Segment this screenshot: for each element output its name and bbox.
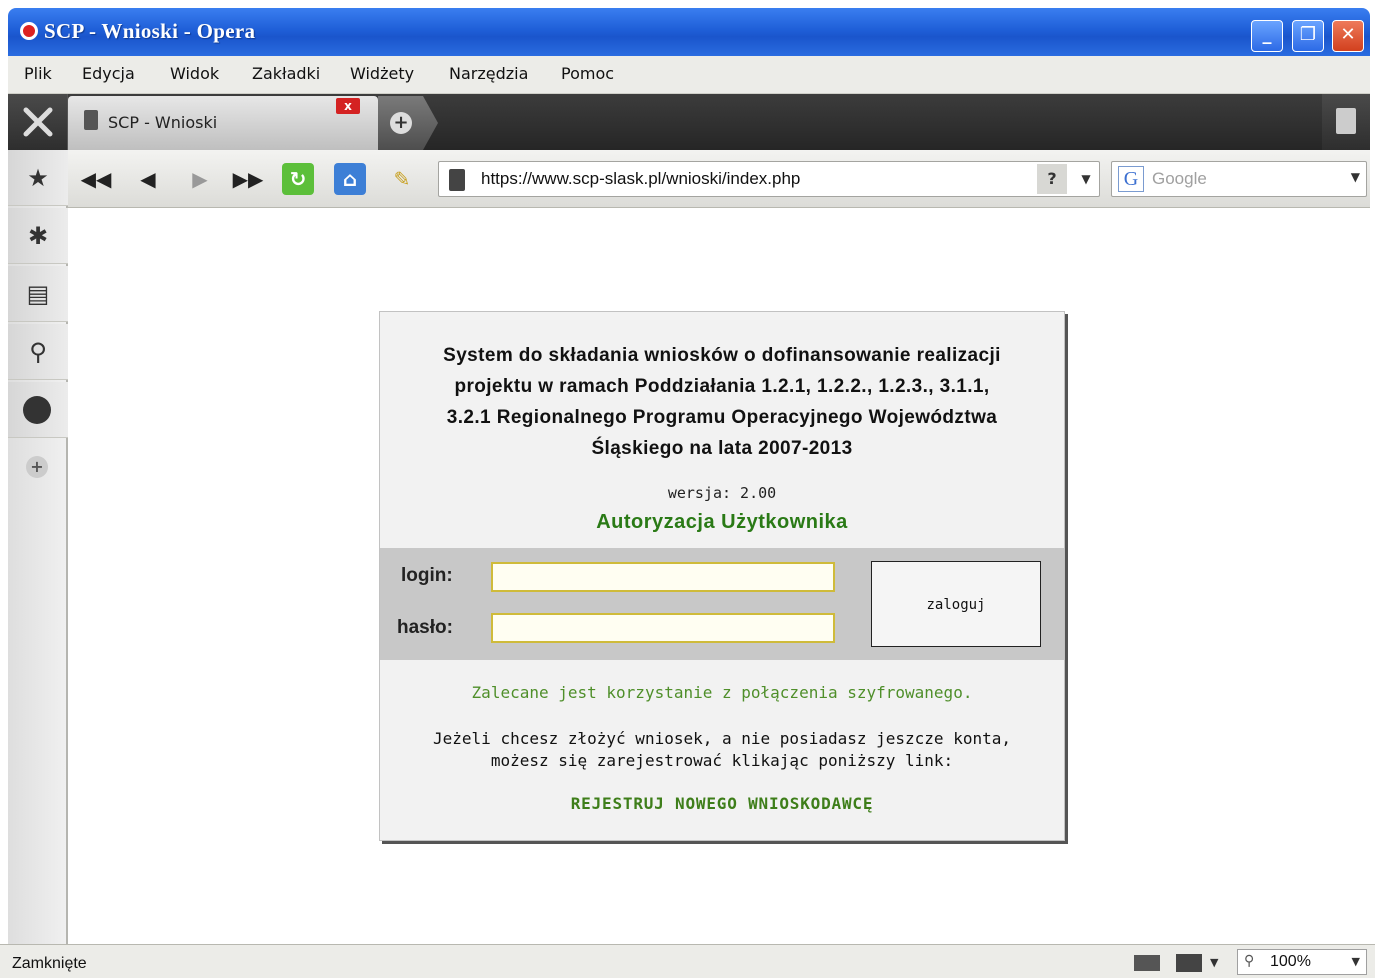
tab-close-button[interactable]: x — [336, 98, 360, 114]
tab-scp-wnioski[interactable]: SCP - Wnioski x — [68, 96, 378, 150]
password-label: hasło: — [397, 617, 453, 638]
title-line: System do składania wniosków o dofinanso… — [443, 345, 1001, 366]
add-icon: + — [26, 456, 48, 478]
minimize-button[interactable]: _ — [1251, 20, 1283, 52]
address-dropdown-icon[interactable]: ▼ — [1075, 164, 1097, 194]
close-window-button[interactable]: ✕ — [1332, 20, 1364, 52]
close-icon: ✕ — [1340, 24, 1356, 45]
menu-plik[interactable]: Plik — [24, 64, 52, 83]
google-icon[interactable]: G — [1118, 166, 1144, 192]
login-panel: System do składania wniosków o dofinanso… — [379, 311, 1065, 841]
zoom-dropdown-icon[interactable]: ▼ — [1352, 955, 1360, 968]
password-input[interactable] — [491, 613, 835, 643]
notes-icon: ▤ — [26, 280, 50, 308]
plus-icon: + — [390, 112, 412, 134]
search-placeholder: Google — [1152, 169, 1207, 188]
panel-sidebar: ★ ✱ ▤ ⚲ + — [8, 150, 68, 944]
forward-icon[interactable]: ▶ — [184, 163, 216, 195]
zoom-control[interactable]: ⚲ 100% ▼ — [1237, 949, 1367, 975]
menu-edycja[interactable]: Edycja — [82, 64, 135, 83]
status-text: Zamknięte — [12, 955, 87, 972]
magnifier-icon: ⚲ — [1244, 953, 1255, 969]
encryption-recommendation: Zalecane jest korzystanie z połączenia s… — [471, 683, 973, 702]
fast-forward-icon[interactable]: ▶▶ — [232, 163, 264, 195]
opera-logo-icon — [20, 22, 38, 40]
window-title: SCP - Wnioski - Opera — [44, 19, 256, 43]
search-dropdown-icon[interactable]: ▼ — [1351, 170, 1360, 184]
star-icon: ★ — [27, 164, 49, 192]
site-info-button[interactable]: ? — [1037, 164, 1067, 194]
auth-heading: Autoryzacja Użytkownika — [596, 511, 848, 533]
camera-icon[interactable] — [1176, 954, 1202, 972]
minimize-icon: _ — [1262, 24, 1272, 45]
search-box[interactable]: G Google ▼ — [1111, 161, 1367, 197]
new-tab-button[interactable]: + — [378, 96, 438, 150]
clock-icon — [23, 396, 51, 424]
title-line: projektu w ramach Poddziałania 1.2.1, 1.… — [454, 376, 990, 397]
page-title: System do składania wniosków o dofinanso… — [380, 340, 1064, 464]
url-text[interactable]: https://www.scp-slask.pl/wnioski/index.p… — [481, 169, 800, 189]
tools-icon — [23, 107, 53, 137]
title-line: 3.2.1 Regionalnego Programu Operacyjnego… — [446, 407, 998, 428]
add-panel-button[interactable]: + — [8, 440, 68, 496]
edit-icon[interactable]: ✎ — [386, 163, 418, 195]
menu-bar: Plik Edycja Widok Zakładki Widżety Narzę… — [8, 56, 1370, 94]
trash-icon — [1336, 108, 1356, 134]
login-input[interactable] — [491, 562, 835, 592]
info-line: możesz się zarejestrować klikając poniżs… — [490, 751, 954, 770]
network-icon[interactable] — [1134, 955, 1160, 971]
navigation-bar: ◀◀ ◀ ▶ ▶▶ ↻ ⌂ ✎ https://www.scp-slask.pl… — [8, 150, 1370, 208]
tab-bar: SCP - Wnioski x + — [8, 94, 1370, 150]
tab-label: SCP - Wnioski — [108, 113, 218, 132]
login-button[interactable]: zaloguj — [871, 561, 1041, 647]
bookmarks-panel-button[interactable]: ★ — [8, 150, 68, 206]
menu-pomoc[interactable]: Pomoc — [561, 64, 614, 83]
trash-button[interactable] — [1322, 94, 1370, 150]
menu-widok[interactable]: Widok — [170, 64, 219, 83]
settings-panel-button[interactable]: ✱ — [8, 208, 68, 264]
info-line: Jeżeli chcesz złożyć wniosek, a nie posi… — [433, 729, 1011, 748]
register-info: Jeżeli chcesz złożyć wniosek, a nie posi… — [380, 728, 1064, 772]
page-icon — [449, 169, 465, 191]
register-link[interactable]: REJESTRUJ NOWEGO WNIOSKODAWCĘ — [380, 794, 1064, 813]
zoom-value: 100% — [1270, 953, 1311, 970]
address-bar[interactable]: https://www.scp-slask.pl/wnioski/index.p… — [438, 161, 1100, 197]
restore-icon: ❐ — [1299, 24, 1317, 45]
menu-narzedzia[interactable]: Narzędzia — [449, 64, 528, 83]
login-form: login: hasło: zaloguj — [380, 548, 1064, 660]
transfers-panel-button[interactable]: ⚲ — [8, 324, 68, 380]
history-panel-button[interactable] — [8, 382, 68, 438]
menu-zakladki[interactable]: Zakładki — [252, 64, 320, 83]
menu-widzety[interactable]: Widżety — [350, 64, 414, 83]
restore-button[interactable]: ❐ — [1292, 20, 1324, 52]
gear-icon: ✱ — [27, 222, 49, 250]
title-line: Śląskiego na lata 2007-2013 — [591, 438, 853, 459]
document-icon — [84, 110, 98, 130]
satellite-icon: ⚲ — [29, 338, 47, 366]
login-label: login: — [401, 565, 453, 586]
reload-icon[interactable]: ↻ — [282, 163, 314, 195]
back-icon[interactable]: ◀ — [132, 163, 164, 195]
images-dropdown-icon[interactable]: ▼ — [1210, 956, 1218, 976]
status-bar: Zamknięte ▼ ⚲ 100% ▼ — [0, 944, 1375, 978]
home-icon[interactable]: ⌂ — [334, 163, 366, 195]
notes-panel-button[interactable]: ▤ — [8, 266, 68, 322]
rewind-icon[interactable]: ◀◀ — [80, 163, 112, 195]
tools-button[interactable] — [8, 94, 68, 150]
version-text: wersja: 2.00 — [667, 484, 777, 502]
title-bar: SCP - Wnioski - Opera _ ❐ ✕ — [8, 8, 1370, 56]
